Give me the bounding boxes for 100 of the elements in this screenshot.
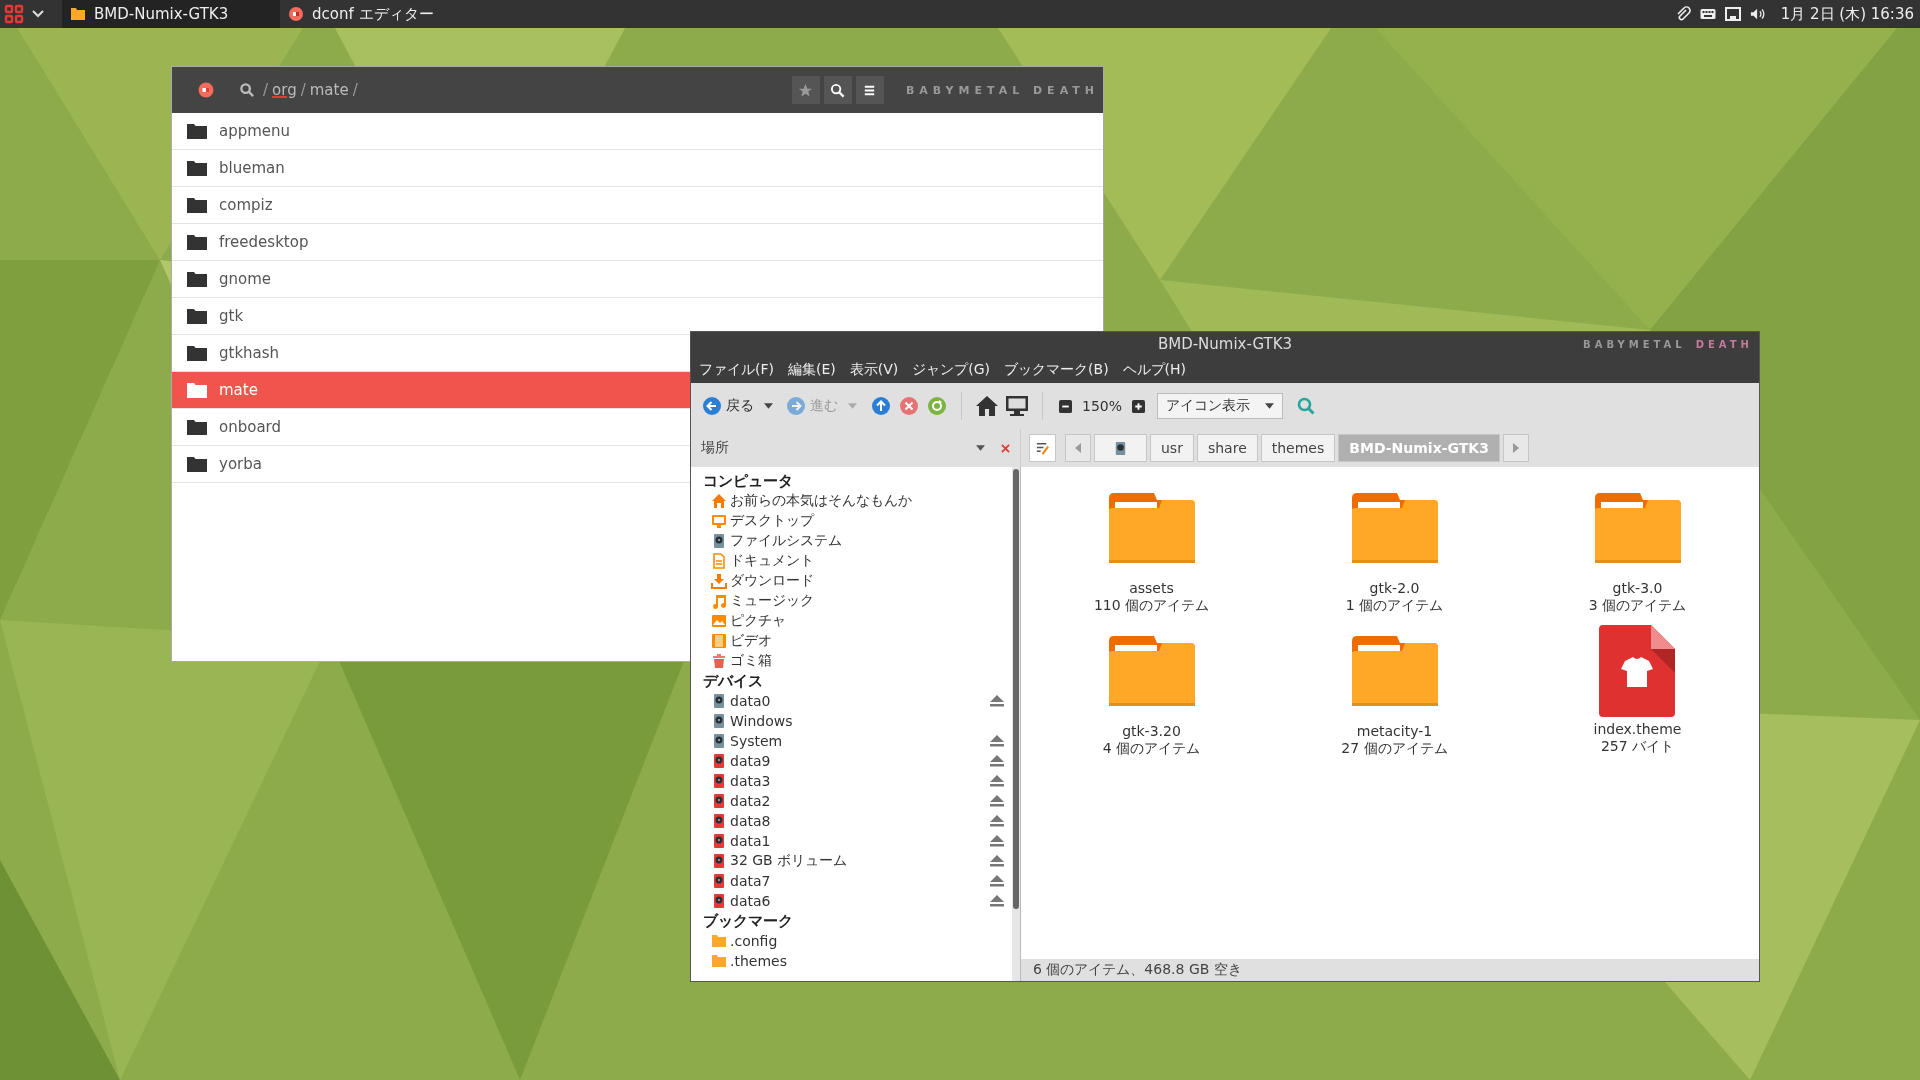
volume-icon[interactable] xyxy=(1749,6,1766,22)
network-icon[interactable] xyxy=(1724,6,1741,22)
stop-icon[interactable] xyxy=(900,397,918,415)
key-row[interactable]: yorba xyxy=(172,446,690,482)
file-item[interactable]: index.theme 257 バイト xyxy=(1516,625,1759,768)
eject-icon[interactable] xyxy=(990,755,1004,767)
drive-icon xyxy=(711,893,727,909)
key-row[interactable]: gnome xyxy=(172,261,690,297)
place-item[interactable]: data0 xyxy=(703,691,1002,711)
folder-icon xyxy=(711,953,727,969)
monitor-icon[interactable] xyxy=(1005,394,1029,418)
menu-item[interactable]: ブックマーク(B) xyxy=(1004,360,1109,379)
eject-icon[interactable] xyxy=(990,815,1004,827)
menu-item[interactable]: ヘルプ(H) xyxy=(1122,360,1187,379)
menu-item[interactable]: ファイル(F) xyxy=(699,360,774,379)
menu-button[interactable] xyxy=(855,76,884,104)
location-toggle-button[interactable] xyxy=(1029,434,1056,462)
file-item[interactable]: metacity-1 27 個のアイテム xyxy=(1273,625,1516,768)
row-label: onboard xyxy=(219,418,281,436)
place-item[interactable]: ドキュメント xyxy=(703,551,1002,571)
file-item[interactable]: assets 110 個のアイテム xyxy=(1030,482,1273,625)
place-item[interactable]: data7 xyxy=(703,871,1002,891)
taskbar-button[interactable]: BMD-Numix-GTK3 xyxy=(62,0,280,28)
drive-icon xyxy=(711,533,727,549)
scrollbar[interactable] xyxy=(1012,467,1020,981)
place-item[interactable]: デスクトップ xyxy=(703,511,1002,531)
place-item[interactable]: ピクチャ xyxy=(703,611,1002,631)
section-heading: ブックマーク xyxy=(703,911,794,931)
menu-item[interactable]: 表示(V) xyxy=(849,360,899,379)
file-item[interactable]: gtk-3.20 4 個のアイテム xyxy=(1030,625,1273,768)
taskbar-button[interactable]: dconf エディター xyxy=(280,0,485,28)
place-item[interactable]: .config xyxy=(703,931,1002,951)
place-item[interactable]: System xyxy=(703,731,1002,751)
file-item[interactable]: gtk-3.0 3 個のアイテム xyxy=(1516,482,1759,625)
key-row[interactable]: compiz xyxy=(172,187,690,223)
eject-icon[interactable] xyxy=(990,775,1004,787)
place-item[interactable]: .themes xyxy=(703,951,1002,971)
eject-icon[interactable] xyxy=(990,695,1004,707)
place-item[interactable]: data3 xyxy=(703,771,1002,791)
reload-icon[interactable] xyxy=(928,397,946,415)
place-item[interactable]: data9 xyxy=(703,751,1002,771)
keyboard-icon[interactable] xyxy=(1699,6,1716,22)
view-dropdown[interactable]: アイコン表示 xyxy=(1157,393,1284,419)
eject-icon[interactable] xyxy=(990,895,1004,907)
place-item[interactable]: 32 GB ボリューム xyxy=(703,851,1002,871)
place-item[interactable]: ゴミ箱 xyxy=(703,651,1002,671)
brand-text: BABYMETAL DEATH xyxy=(905,83,1099,97)
path-button[interactable] xyxy=(1094,434,1147,462)
brand-text: DEATH xyxy=(1695,338,1753,350)
scroll-right-button[interactable] xyxy=(1502,434,1529,462)
path-button[interactable]: usr xyxy=(1150,434,1194,462)
place-item[interactable]: data8 xyxy=(703,811,1002,831)
file-item[interactable]: gtk-2.0 1 個のアイテム xyxy=(1273,482,1516,625)
menu-item[interactable]: 編集(E) xyxy=(788,360,836,379)
zoom-out-icon[interactable] xyxy=(1059,399,1072,413)
key-row[interactable]: onboard xyxy=(172,409,690,445)
place-item[interactable]: ミュージック xyxy=(703,591,1002,611)
place-item[interactable]: Windows xyxy=(703,711,1002,731)
zoom-in-icon[interactable] xyxy=(1132,399,1146,413)
place-item[interactable]: お前らの本気はそんなもんか xyxy=(703,491,1002,511)
eject-icon[interactable] xyxy=(990,735,1004,747)
home-icon[interactable] xyxy=(975,394,999,418)
caret-icon[interactable] xyxy=(976,445,985,451)
eject-icon[interactable] xyxy=(990,835,1004,847)
menu-item[interactable]: ジャンプ(G) xyxy=(912,360,991,379)
eject-icon[interactable] xyxy=(990,875,1004,887)
key-row[interactable]: freedesktop xyxy=(172,224,690,260)
place-item[interactable]: ファイルシステム xyxy=(703,531,1002,551)
key-row[interactable]: gtkhash xyxy=(172,335,690,371)
place-item[interactable]: data6 xyxy=(703,891,1002,911)
key-row[interactable]: gtk xyxy=(172,298,690,334)
eject-icon[interactable] xyxy=(990,855,1004,867)
eject-icon[interactable] xyxy=(990,795,1004,807)
folder-icon xyxy=(187,382,207,398)
folder-icon xyxy=(1108,492,1195,564)
brand-text: BABYMETAL xyxy=(1583,338,1686,350)
scroll-left-button[interactable] xyxy=(1065,434,1091,462)
path-segment[interactable]: mate xyxy=(309,81,349,99)
chevron-icon[interactable] xyxy=(32,10,44,18)
back-button[interactable]: 戻る xyxy=(699,397,758,415)
place-item[interactable]: ビデオ xyxy=(703,631,1002,651)
clock[interactable]: 1月 2日 (木) 16:36 xyxy=(1780,4,1914,24)
app-menu-icon[interactable] xyxy=(4,4,24,24)
drive-icon xyxy=(711,833,727,849)
document-icon xyxy=(711,553,727,569)
path-segment[interactable]: org xyxy=(272,81,297,99)
close-icon[interactable] xyxy=(198,82,214,98)
path-button[interactable]: share xyxy=(1196,434,1258,462)
caret-icon[interactable] xyxy=(764,403,773,409)
search-button[interactable] xyxy=(823,76,852,104)
place-item[interactable]: data1 xyxy=(703,831,1002,851)
key-row[interactable]: appmenu xyxy=(172,113,690,149)
search-icon[interactable] xyxy=(1297,397,1316,415)
path-separator: / xyxy=(300,81,306,99)
place-item[interactable]: data2 xyxy=(703,791,1002,811)
path-button[interactable]: themes xyxy=(1260,434,1336,462)
key-row[interactable]: blueman xyxy=(172,150,690,186)
section-heading: デバイス xyxy=(703,671,764,691)
bookmark-button[interactable] xyxy=(791,76,820,104)
place-item[interactable]: ダウンロード xyxy=(703,571,1002,591)
